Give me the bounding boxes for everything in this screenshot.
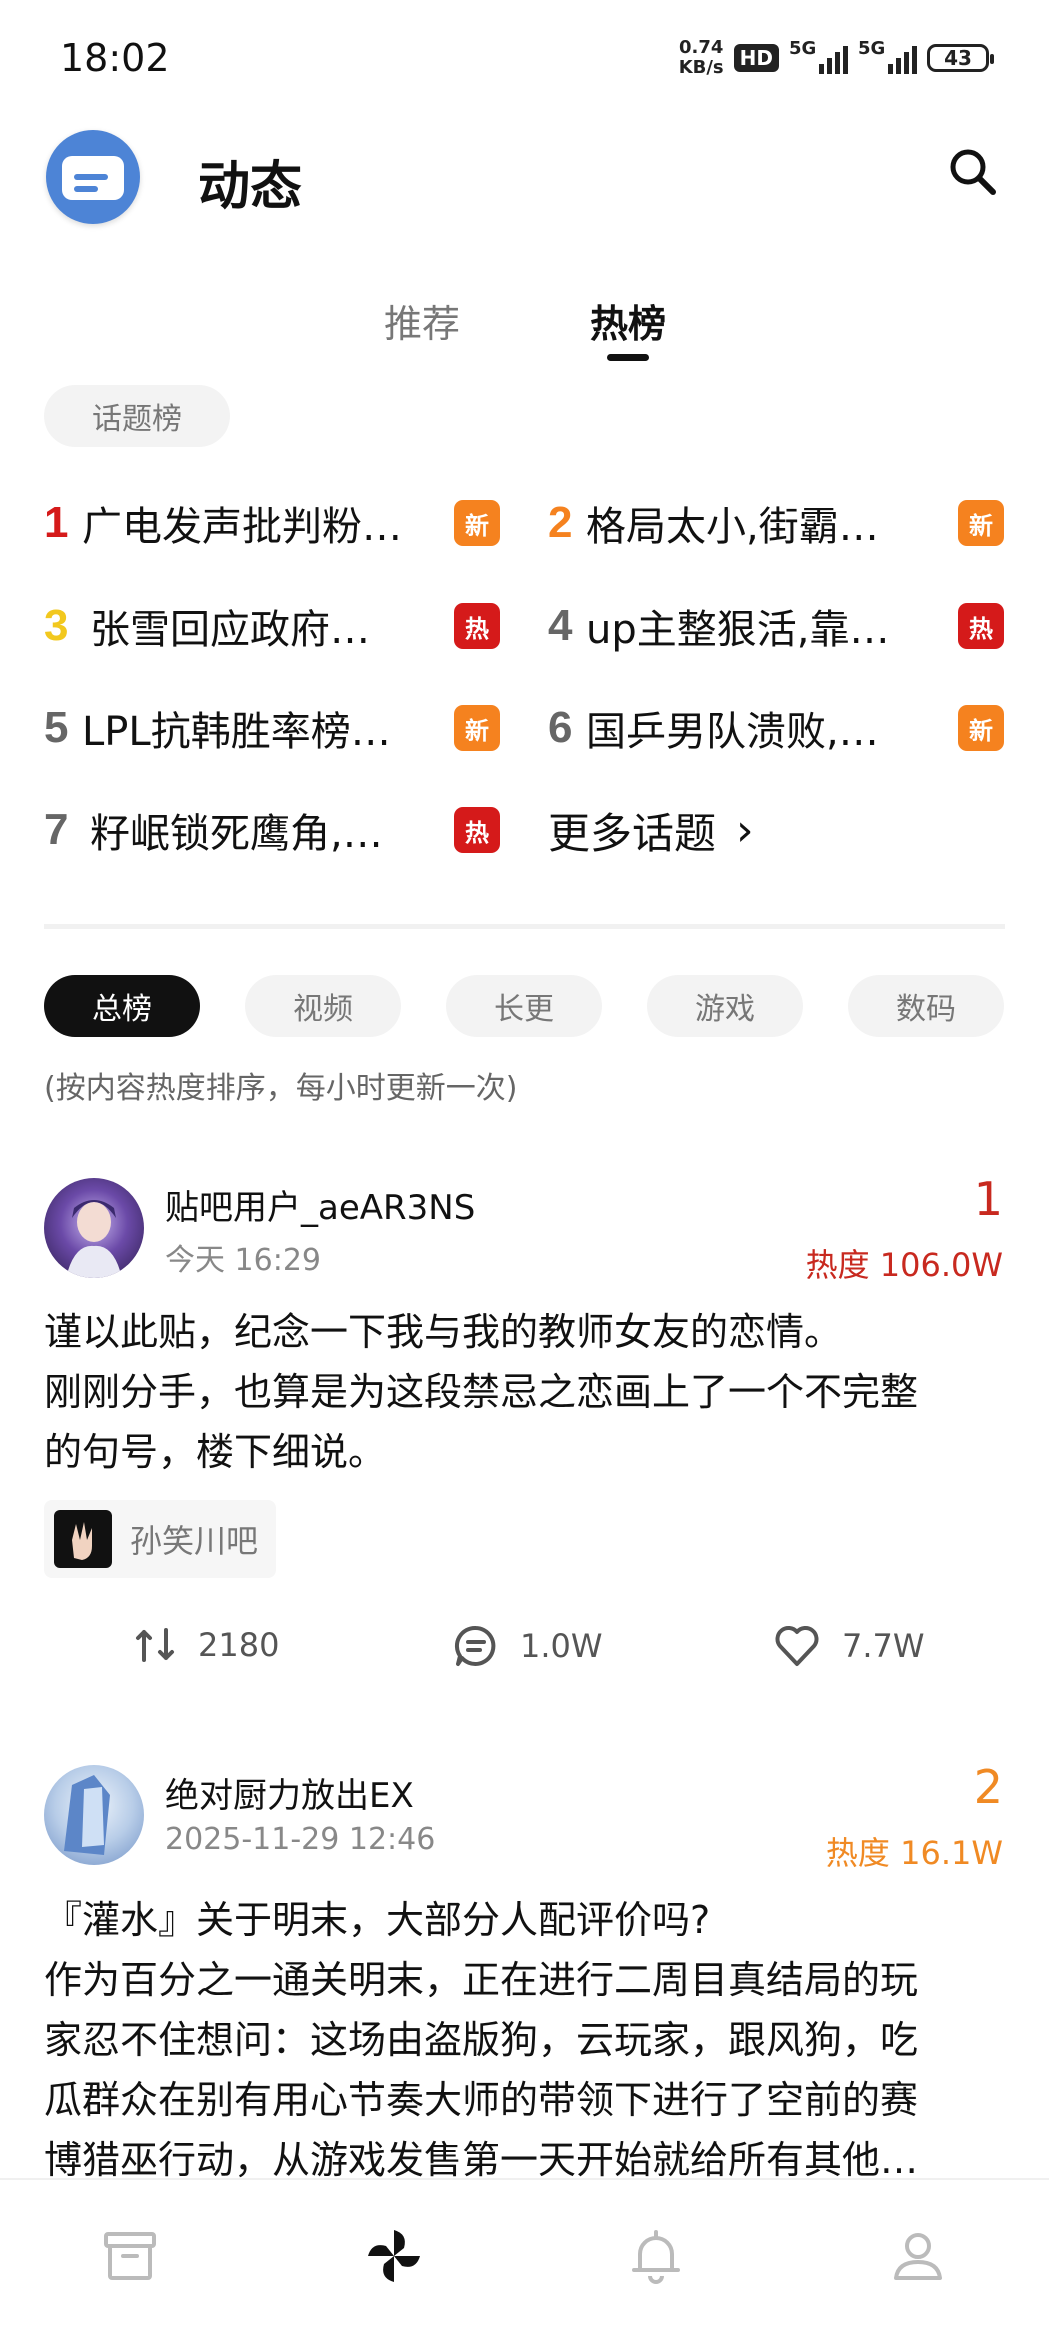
topic-text: 国乒男队溃败,… xyxy=(586,709,879,755)
post-heat: 热度 106.0W xyxy=(805,1246,1003,1284)
post-line: 瓜群众在别有用心节奏大师的带领下进行了空前的赛 xyxy=(44,2078,919,2122)
hot-topic-item[interactable]: 4 up主整狠活,靠… xyxy=(548,596,956,656)
topic-rank: 1 xyxy=(44,498,69,547)
post-time: 2025-11-29 12:46 xyxy=(165,1822,436,1857)
topic-text: 格局太小,街霸… xyxy=(586,504,879,550)
hot-topic-item[interactable]: 3 张雪回应政府… xyxy=(44,596,450,656)
post-time: 今天 16:29 xyxy=(165,1243,321,1278)
tab-recommend[interactable]: 推荐 xyxy=(384,293,460,348)
topic-text: 广电发声批判粉… xyxy=(82,504,402,550)
topic-rank: 7 xyxy=(44,805,69,854)
topic-text: 张雪回应政府… xyxy=(90,607,370,653)
new-badge: 新 xyxy=(958,500,1004,546)
battery-icon: 43 xyxy=(927,44,994,72)
hot-badge: 热 xyxy=(958,603,1004,649)
signal-icon: 5G xyxy=(789,38,848,74)
like-button[interactable]: 7.7W xyxy=(774,1624,925,1668)
category-video[interactable]: 视频 xyxy=(245,975,401,1037)
heart-icon xyxy=(775,1626,819,1666)
post-line: 的句号，楼下细说。 xyxy=(44,1430,387,1474)
post-rank: 1 xyxy=(973,1172,1003,1226)
battery-level: 43 xyxy=(944,46,972,70)
like-count: 7.7W xyxy=(842,1627,925,1665)
hot-topic-item[interactable]: 5 LPL抗韩胜率榜… xyxy=(44,698,468,758)
network-type-2: 5G xyxy=(858,38,886,59)
topic-text: 籽岷锁死鹰角,… xyxy=(90,811,383,857)
topic-rank: 3 xyxy=(44,601,69,650)
category-digital[interactable]: 数码 xyxy=(848,975,1004,1037)
category-all[interactable]: 总榜 xyxy=(44,975,200,1037)
hd-icon: HD xyxy=(733,44,779,72)
status-time: 18:02 xyxy=(60,36,170,80)
hot-badge: 热 xyxy=(454,807,500,853)
more-topics-label: 更多话题 xyxy=(548,809,717,858)
archive-icon[interactable] xyxy=(100,2226,160,2286)
app-logo-icon[interactable] xyxy=(46,130,140,224)
topic-text: LPL抗韩胜率榜… xyxy=(82,709,391,755)
post-content[interactable]: 『灌水』关于明末，大部分人配评价吗? 作为百分之一通关明末，正在进行二周目真结局… xyxy=(44,1890,1004,2190)
topic-rank: 5 xyxy=(44,703,69,752)
pinwheel-icon[interactable] xyxy=(364,2226,424,2286)
section-divider xyxy=(44,924,1005,929)
tab-active-indicator xyxy=(607,354,649,361)
speed-unit: KB/s xyxy=(678,57,724,78)
post-content[interactable]: 谨以此贴，纪念一下我与我的教师女友的恋情。 刚刚分手，也算是为这段禁忌之恋画上了… xyxy=(44,1302,1004,1482)
status-icons: 0.74 KB/s HD 5G 5G 43 xyxy=(679,38,994,78)
hot-topic-item[interactable]: 1 广电发声批判粉… xyxy=(44,493,468,553)
repost-count: 2180 xyxy=(198,1626,280,1664)
repost-button[interactable]: 2180 xyxy=(134,1624,279,1666)
network-speed: 0.74 KB/s xyxy=(679,38,724,78)
tab-hot[interactable]: 热榜 xyxy=(590,293,666,348)
hot-badge: 热 xyxy=(454,603,500,649)
category-long[interactable]: 长更 xyxy=(446,975,602,1037)
bell-icon[interactable] xyxy=(626,2226,686,2286)
repost-icon xyxy=(136,1628,174,1662)
page-title: 动态 xyxy=(198,157,303,217)
post-heat: 热度 16.1W xyxy=(825,1834,1003,1872)
forum-icon xyxy=(54,1510,112,1568)
avatar[interactable] xyxy=(44,1765,144,1865)
comment-icon xyxy=(454,1625,496,1666)
search-icon[interactable] xyxy=(943,142,1003,202)
more-topics-link[interactable]: 更多话题 › xyxy=(548,800,754,861)
topic-rank: 6 xyxy=(548,703,573,752)
post-username[interactable]: 绝对厨力放出EX xyxy=(165,1768,414,1817)
post-line: 谨以此贴，纪念一下我与我的教师女友的恋情。 xyxy=(44,1310,843,1354)
topic-list-chip[interactable]: 话题榜 xyxy=(44,385,230,447)
topic-rank: 2 xyxy=(548,498,573,547)
forum-tag[interactable]: 孙笑川吧 xyxy=(44,1500,277,1578)
hot-topic-item[interactable]: 7 籽岷锁死鹰角,… xyxy=(44,800,460,860)
network-type: 5G xyxy=(789,38,817,59)
post-line: 刚刚分手，也算是为这段禁忌之恋画上了一个不完整 xyxy=(44,1370,919,1414)
new-badge: 新 xyxy=(958,705,1004,751)
category-game[interactable]: 游戏 xyxy=(647,975,803,1037)
post-rank: 2 xyxy=(973,1760,1003,1814)
new-badge: 新 xyxy=(454,500,500,546)
hot-topic-item[interactable]: 2 格局太小,街霸… xyxy=(548,493,956,553)
speed-value: 0.74 xyxy=(678,37,724,58)
profile-icon[interactable] xyxy=(888,2226,948,2286)
new-badge: 新 xyxy=(454,705,500,751)
topic-text: up主整狠活,靠… xyxy=(586,607,890,653)
post-username[interactable]: 贴吧用户_aeAR3NS xyxy=(165,1180,475,1229)
chevron-right-icon: › xyxy=(736,805,754,856)
avatar[interactable] xyxy=(44,1178,144,1278)
post-line: 作为百分之一通关明末，正在进行二周目真结局的玩 xyxy=(44,1958,919,2002)
forum-name: 孙笑川吧 xyxy=(130,1522,259,1560)
comment-button[interactable]: 1.0W xyxy=(454,1624,603,1668)
sort-note: (按内容热度排序，每小时更新一次) xyxy=(44,1071,518,1106)
comment-count: 1.0W xyxy=(520,1627,603,1665)
topic-rank: 4 xyxy=(548,601,573,650)
post-line: 『灌水』关于明末，大部分人配评价吗? xyxy=(44,1898,711,1942)
post-line: 家忍不住想问：这场由盗版狗，云玩家，跟风狗，吃 xyxy=(44,2018,919,2062)
signal-icon-2: 5G xyxy=(858,38,917,74)
hot-topic-item[interactable]: 6 国乒男队溃败,… xyxy=(548,698,956,758)
